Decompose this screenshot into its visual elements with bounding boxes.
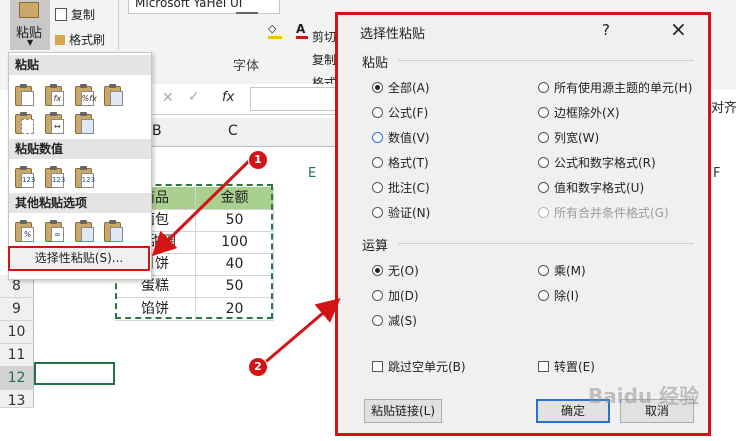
arrow-one <box>151 158 252 257</box>
arrow-two <box>261 298 341 367</box>
step-badge-2: 2 <box>248 357 268 377</box>
watermark: Baidu 经验 <box>588 384 700 408</box>
step-badge-1: 1 <box>248 150 268 170</box>
annotation-arrows <box>151 158 341 367</box>
